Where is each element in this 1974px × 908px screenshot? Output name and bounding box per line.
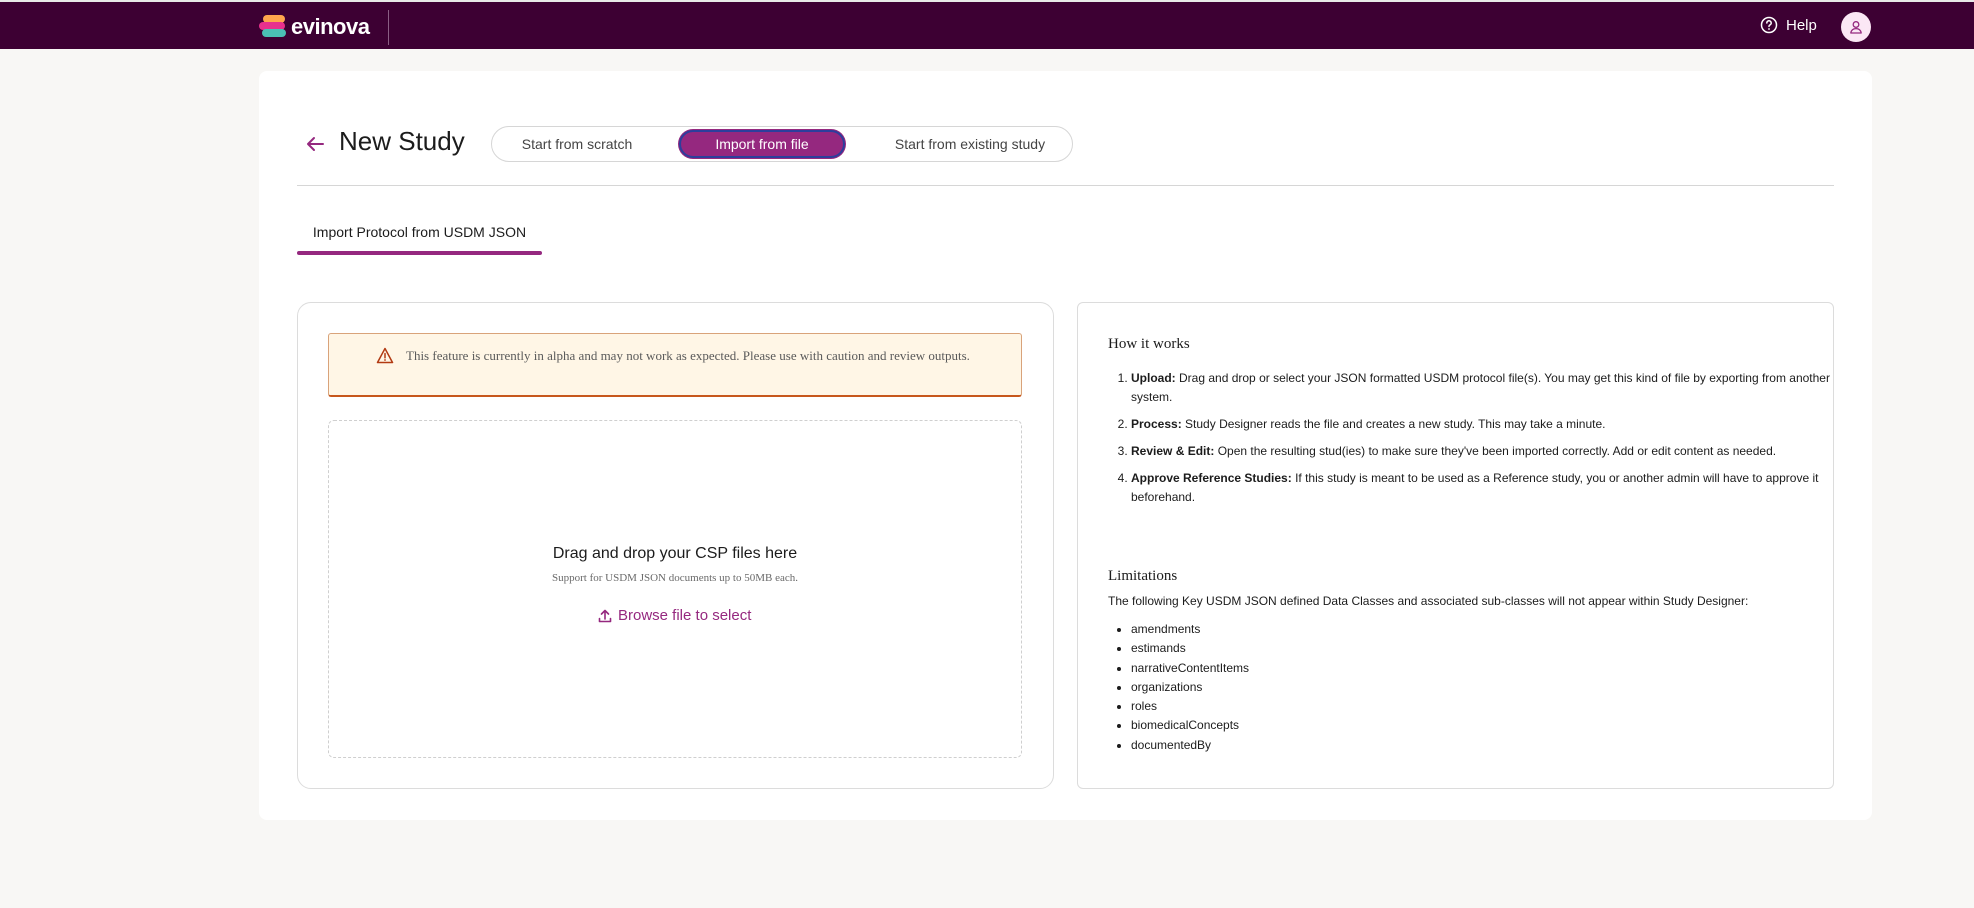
alpha-warning-alert: This feature is currently in alpha and m…: [328, 333, 1022, 397]
evinova-logo[interactable]: evinova: [259, 14, 370, 40]
active-tab-indicator: [297, 251, 542, 255]
browse-file-button[interactable]: Browse file to select: [597, 607, 751, 624]
dropzone-subtitle: Support for USDM JSON documents up to 50…: [552, 572, 798, 584]
page-title: New Study: [339, 126, 465, 156]
help-button[interactable]: Help: [1760, 16, 1817, 34]
brand-name: evinova: [291, 14, 370, 39]
upload-icon: [598, 609, 612, 622]
tab-import-protocol-usdm-json[interactable]: Import Protocol from USDM JSON: [297, 222, 542, 254]
limitations-list: amendments estimands narrativeContentIte…: [1108, 620, 1249, 755]
list-item: amendments: [1131, 620, 1249, 639]
how-it-works-steps: Upload: Drag and drop or select your JSO…: [1108, 369, 1831, 515]
tab-start-from-scratch[interactable]: Start from scratch: [504, 130, 650, 158]
tab-start-from-existing-study[interactable]: Start from existing study: [876, 130, 1064, 158]
help-label: Help: [1786, 16, 1817, 34]
dropzone-title: Drag and drop your CSP files here: [552, 545, 798, 562]
list-item: biomedicalConcepts: [1131, 716, 1249, 735]
section-divider: [297, 185, 1834, 186]
file-dropzone[interactable]: Drag and drop your CSP files here Suppor…: [328, 420, 1022, 758]
help-icon: [1760, 16, 1778, 34]
alert-message: This feature is currently in alpha and m…: [406, 348, 970, 363]
browse-label: Browse file to select: [618, 607, 752, 624]
list-item: Process: Study Designer reads the file a…: [1131, 415, 1831, 434]
list-item: roles: [1131, 697, 1249, 716]
study-creation-mode-switch: Start from scratch Import from file Star…: [491, 126, 1073, 162]
list-item: Approve Reference Studies: If this study…: [1131, 469, 1831, 507]
how-it-works-heading: How it works: [1108, 336, 1190, 352]
evinova-logo-mark-icon: [259, 14, 289, 40]
header-divider: [388, 10, 389, 45]
list-item: estimands: [1131, 639, 1249, 658]
list-item: Upload: Drag and drop or select your JSO…: [1131, 369, 1831, 407]
limitations-description: The following Key USDM JSON defined Data…: [1108, 594, 1749, 608]
back-arrow-icon[interactable]: [304, 133, 326, 155]
limitations-heading: Limitations: [1108, 568, 1178, 584]
top-navigation-bar: evinova Help: [0, 0, 1974, 49]
list-item: narrativeContentItems: [1131, 659, 1249, 678]
tab-import-from-file[interactable]: Import from file: [679, 130, 845, 158]
user-icon: [1850, 21, 1862, 34]
warning-icon: [376, 347, 394, 364]
user-avatar-button[interactable]: [1841, 12, 1871, 42]
list-item: organizations: [1131, 678, 1249, 697]
list-item: documentedBy: [1131, 736, 1249, 755]
list-item: Review & Edit: Open the resulting stud(i…: [1131, 442, 1831, 461]
